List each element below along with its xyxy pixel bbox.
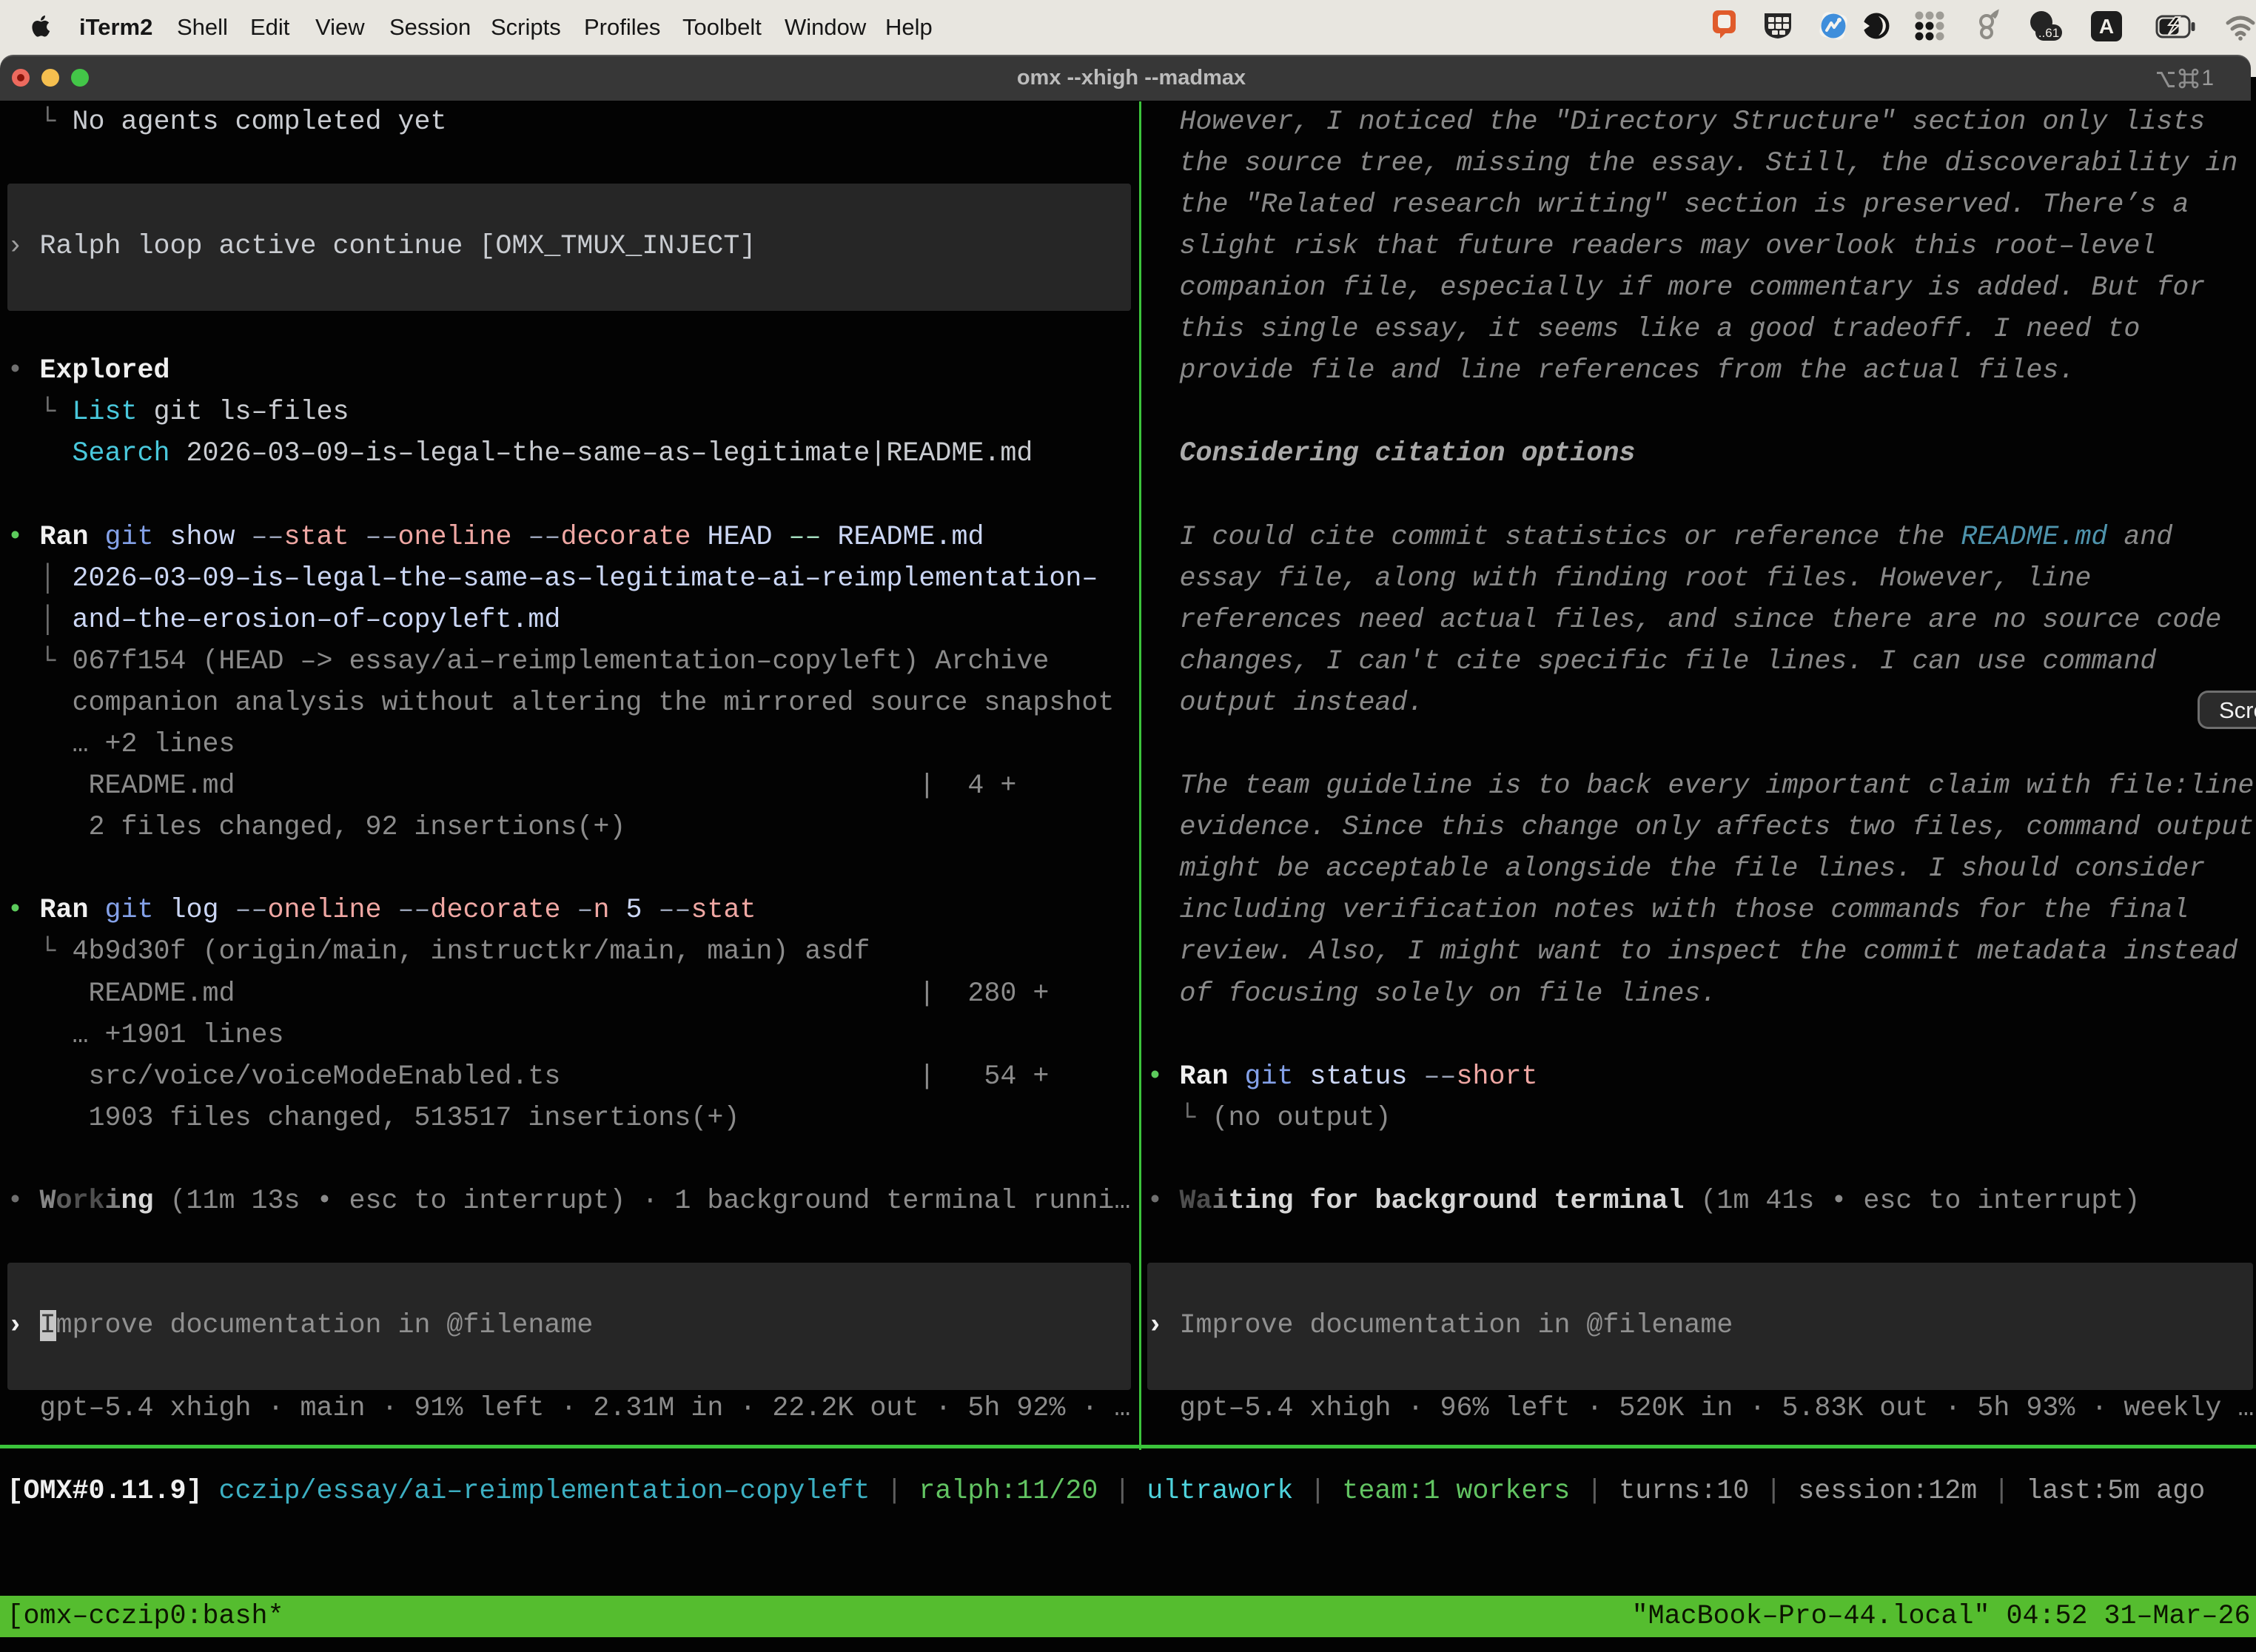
svg-text:A: A: [2099, 15, 2114, 38]
svg-text:..61: ..61: [2038, 26, 2059, 40]
